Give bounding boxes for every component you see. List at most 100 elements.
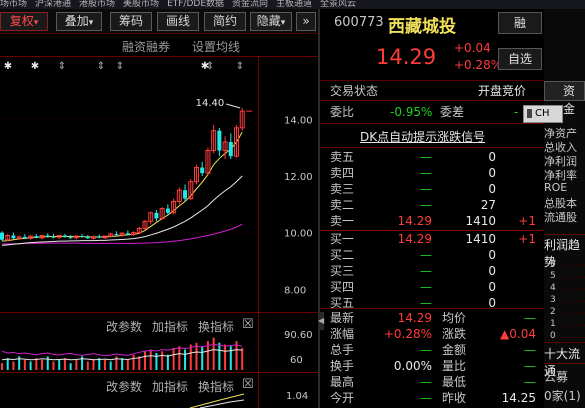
candle-body — [165, 208, 170, 213]
stat-l1: 今开 — [330, 391, 355, 405]
profit-grid-line — [558, 277, 585, 278]
profit-axis-label: 3 — [550, 295, 556, 305]
profit-axis-label: 6 — [550, 259, 556, 269]
f10-item: ROE — [544, 181, 568, 194]
sell-order-row[interactable]: 卖一 14.29 1410 +1 — [320, 213, 544, 229]
stat-v2: — — [524, 375, 536, 389]
indicator1-line-a — [1, 343, 243, 357]
candle-body — [114, 234, 119, 236]
stat-row: 总手 — 金额 — — [320, 342, 544, 358]
kline-chart-area[interactable]: ✱ ✱ ⇕ ⇕ ⇕ ✱⇕ ⇕14.0012.0010.008.0014.40 — [0, 0, 318, 408]
candle-body — [183, 190, 188, 199]
profit-grid-line — [558, 301, 585, 302]
divider — [320, 80, 544, 81]
indicator2-add-button[interactable]: 加指标 — [152, 378, 188, 395]
sell-order-row[interactable]: 卖四 — 0 — [320, 165, 544, 181]
buy-order-vol: 1410 — [465, 232, 496, 246]
price-axis-label: 10.00 — [284, 229, 313, 240]
indicator1-swap-button[interactable]: 换指标 — [198, 318, 234, 335]
buy-order-label: 买三 — [330, 264, 355, 278]
candle-body — [11, 235, 16, 239]
buy-order-row[interactable]: 买四 — 0 — [320, 279, 544, 295]
indicator1-close-icon[interactable]: ☒ — [242, 317, 254, 332]
stat-v2: — — [524, 359, 536, 373]
sell-order-vol: 27 — [480, 198, 496, 212]
sell-order-price: — — [420, 150, 432, 164]
event-marker-icon: ⇕ — [236, 61, 244, 72]
profit-axis-label: 4 — [550, 283, 556, 293]
candle-body — [228, 142, 233, 157]
buy-orderbook: 买一 14.29 1410 +1 买二 —0 买三 —0 买四 —0 买五 —0 — [320, 231, 544, 311]
candle-body — [62, 235, 67, 238]
stat-l1: 最新 — [330, 311, 355, 325]
trade-status-label: 交易状态 — [330, 84, 379, 98]
ch-input-tooltip: CH — [523, 105, 563, 123]
candle-body — [154, 212, 159, 219]
stat-l2: 金额 — [442, 343, 467, 357]
indicator2-close-icon[interactable]: ☒ — [242, 377, 254, 392]
buy-order-row[interactable]: 买一 14.29 1410 +1 — [320, 231, 544, 247]
candle-body — [200, 167, 205, 174]
current-price: 14.29 — [376, 45, 437, 69]
buy-order-row[interactable]: 买二 — 0 — [320, 247, 544, 263]
stat-v2: 14.25 — [501, 391, 536, 405]
sell-order-label: 卖四 — [330, 166, 355, 180]
indicator2-swap-button[interactable]: 换指标 — [198, 378, 234, 395]
stat-l2: 量比 — [442, 359, 467, 373]
divider — [320, 147, 544, 148]
weibi-label: 委比 — [330, 105, 355, 119]
divider — [544, 234, 585, 235]
stat-row: 换手 0.00% 量比 — — [320, 358, 544, 374]
sell-order-label: 卖五 — [330, 150, 355, 164]
sell-order-row[interactable]: 卖二 — 27 — [320, 197, 544, 213]
sell-order-price: — — [420, 166, 432, 180]
ma-fast-line — [1, 131, 243, 242]
stat-v2: ▲0.04 — [500, 327, 536, 341]
indicator1-add-button[interactable]: 加指标 — [152, 318, 188, 335]
buy-order-label: 买二 — [330, 248, 355, 262]
weibi-value: -0.95% — [390, 105, 433, 119]
divider — [320, 308, 544, 309]
buy-order-chg: +1 — [518, 232, 536, 246]
menu-item[interactable]: 全景风云 — [320, 0, 356, 9]
indicator2-param-button[interactable]: 改参数 — [106, 378, 142, 395]
price-axis-label: 12.00 — [284, 172, 313, 183]
sell-order-label: 卖一 — [330, 214, 355, 228]
stat-l1: 涨幅 — [330, 327, 355, 341]
stat-v1: — — [420, 391, 432, 405]
profit-trend-chart: 6 5 4 3 2 1 0 — [544, 259, 585, 341]
stat-v1: +0.28% — [383, 327, 432, 341]
profit-axis-label: 2 — [550, 307, 556, 317]
sell-order-label: 卖二 — [330, 198, 355, 212]
add-watchlist-button[interactable]: 自选 — [498, 48, 542, 70]
f10-fundamentals: 净资产 总收入 净利润 净利率 ROE 总股本 流通股 — [544, 125, 585, 245]
stat-v1: 14.29 — [397, 311, 432, 325]
quote-panel: 600773 西藏城投 融 14.29 +0.04 +0.28% 自选 交易状态… — [320, 9, 563, 408]
event-marker-icon: ⇕ — [116, 61, 124, 72]
peak-pointer — [226, 103, 241, 109]
profit-grid-line — [558, 265, 585, 266]
profit-grid-line — [558, 289, 585, 290]
sell-order-vol: 1410 — [465, 214, 496, 228]
indicator1-param-button[interactable]: 改参数 — [106, 318, 142, 335]
buy-order-price: — — [420, 280, 432, 294]
capital-tab[interactable]: 资金 — [544, 81, 585, 116]
stat-row: 今开 — 昨收 14.25 — [320, 390, 544, 406]
stat-v1: — — [420, 375, 432, 389]
sell-order-chg: +1 — [518, 214, 536, 228]
candle-body — [80, 236, 85, 238]
profit-grid-line — [558, 337, 585, 338]
rong-button[interactable]: 融 — [498, 12, 542, 34]
divider — [544, 342, 585, 343]
stat-l2: 昨收 — [442, 391, 467, 405]
dk-signal-link[interactable]: DK点自动提示涨跌信号 — [360, 128, 485, 145]
sell-order-row[interactable]: 卖三 — 0 — [320, 181, 544, 197]
stock-name: 西藏城投 — [388, 17, 456, 37]
candle-body — [85, 236, 90, 239]
buy-order-label: 买四 — [330, 280, 355, 294]
input-method-icon — [527, 108, 532, 118]
f10-panel: 资金 净资产 总收入 净利润 净利率 ROE 总股本 流通股 利润趋势 6543210 十大… — [544, 9, 585, 408]
sell-order-row[interactable]: 卖五 — 0 — [320, 149, 544, 165]
buy-order-row[interactable]: 买三 — 0 — [320, 263, 544, 279]
profit-axis-label: 5 — [550, 271, 556, 281]
